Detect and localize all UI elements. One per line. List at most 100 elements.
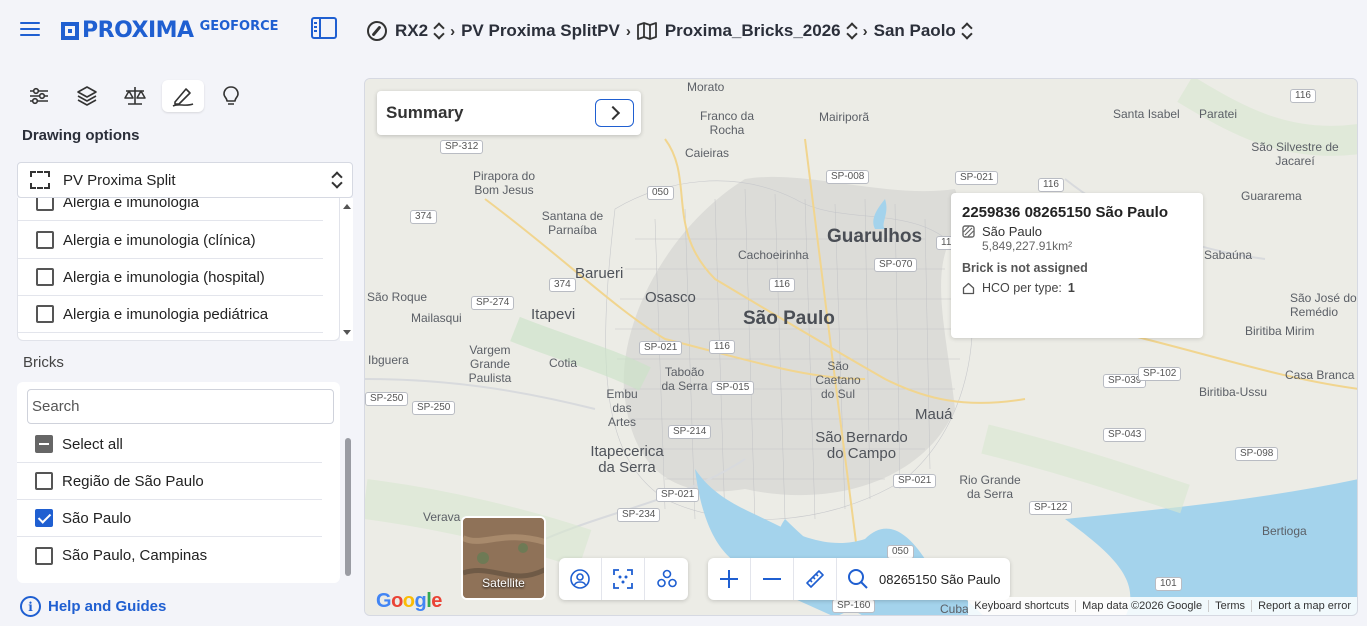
checkbox[interactable]	[36, 268, 54, 286]
road-shield: 116	[1038, 178, 1064, 192]
left-panel: Drawing options PV Proxima Split Alergia…	[0, 62, 360, 626]
brick-area: 5,849,227.91km²	[982, 239, 1073, 253]
report-error-link[interactable]: Report a map error	[1252, 600, 1357, 612]
info-icon: i	[20, 596, 41, 617]
brick-info-popup: 2259836 08265150 São Paulo São Paulo 5,8…	[951, 193, 1203, 338]
map-label: Paratei	[1199, 107, 1238, 121]
logo-subtitle: GEOFORCE	[199, 19, 279, 34]
bricks-scrollbar[interactable]	[341, 382, 354, 583]
list-item[interactable]: Alergia e imunologia	[18, 198, 323, 221]
scroll-down-icon[interactable]	[343, 330, 351, 335]
map-label: Biritiba-Ussu	[1199, 385, 1268, 399]
breadcrumb-project[interactable]: RX2	[367, 21, 444, 41]
road-shield: 116	[769, 278, 795, 292]
tab-layers[interactable]	[66, 80, 108, 112]
map-label: Mairiporã	[819, 110, 870, 124]
breadcrumb-label: RX2	[395, 21, 429, 40]
road-shield: SP-021	[955, 171, 999, 185]
tab-insights[interactable]	[210, 80, 252, 112]
updown-chevron-icon	[847, 22, 857, 40]
focus-frame-icon	[613, 569, 633, 589]
list-item[interactable]: Alergia e imunologia (clínica)	[18, 222, 323, 259]
plus-icon	[720, 570, 738, 588]
checkbox-checked[interactable]	[35, 509, 53, 527]
specialty-scrollbar[interactable]	[340, 198, 353, 341]
select-user-button[interactable]	[559, 558, 602, 600]
sidebar-toggle-icon[interactable]	[311, 17, 337, 39]
breadcrumb-split[interactable]: PV Proxima SplitPV	[461, 21, 620, 41]
road-shield: 050	[887, 545, 914, 559]
road-shield: SP-015	[711, 381, 755, 395]
menu-icon[interactable]	[20, 20, 42, 38]
summary-expand-button[interactable]	[595, 99, 634, 127]
hco-label: HCO per type:	[982, 281, 1062, 295]
map-label: Guarulhos	[827, 226, 923, 247]
lightbulb-icon	[223, 86, 239, 105]
map-label: São Bernardo do Campo	[815, 429, 908, 462]
list-item[interactable]: São Paulo	[17, 500, 322, 537]
drawing-split-select[interactable]: PV Proxima Split	[17, 162, 353, 198]
checkbox[interactable]	[36, 231, 54, 249]
list-item[interactable]: Alergia e imunologia (hospital)	[18, 259, 323, 296]
satellite-label: Satellite	[482, 576, 525, 590]
map-view[interactable]: Guarulhos São Paulo Osasco Barueri Itape…	[364, 78, 1358, 616]
list-item[interactable]: Região de São Paulo	[17, 463, 322, 500]
checkbox[interactable]	[36, 305, 54, 323]
user-focus-icon	[570, 569, 590, 589]
road-shield: SP-021	[639, 341, 683, 355]
list-item[interactable]: Alergia e imunologia pediátrica	[18, 296, 323, 333]
breadcrumb-label: PV Proxima SplitPV	[461, 21, 620, 40]
breadcrumb-bricks[interactable]: Proxima_Bricks_2026	[636, 21, 857, 41]
bricks-search-input[interactable]	[27, 389, 334, 424]
map-label: Casa Branca	[1285, 368, 1355, 382]
balance-scale-icon	[124, 87, 146, 105]
scroll-up-icon[interactable]	[343, 204, 351, 209]
checkbox[interactable]	[35, 546, 53, 565]
zoom-in-button[interactable]	[708, 558, 751, 600]
map-label: Cotia	[549, 356, 578, 370]
keyboard-shortcuts-link[interactable]: Keyboard shortcuts	[968, 600, 1077, 612]
tab-balance[interactable]	[114, 80, 156, 112]
breadcrumb-label: Proxima_Bricks_2026	[664, 21, 841, 40]
checkbox[interactable]	[35, 472, 53, 490]
cluster-button[interactable]	[645, 558, 688, 600]
updown-chevron-icon	[434, 22, 444, 40]
scrollbar-thumb[interactable]	[345, 438, 351, 576]
map-search-button[interactable]: 08265150 São Paulo	[837, 558, 1010, 600]
bricks-title: Bricks	[23, 354, 64, 371]
brick-region-row: São Paulo	[962, 224, 1192, 239]
map-label: Itapevi	[531, 306, 576, 323]
breadcrumb-region[interactable]: San Paolo	[874, 21, 972, 41]
specialty-list: Alergia e imunologia Alergia e imunologi…	[17, 198, 340, 341]
map-label: Caieiras	[685, 146, 730, 160]
help-link[interactable]: i Help and Guides	[20, 596, 166, 617]
select-all-row[interactable]: Select all	[17, 426, 322, 463]
map-label: Barueri	[575, 265, 624, 282]
road-shield: SP-008	[826, 170, 870, 184]
terms-link[interactable]: Terms	[1209, 600, 1253, 612]
checkbox[interactable]	[36, 198, 54, 211]
focus-area-button[interactable]	[602, 558, 645, 600]
map-label: Santa Isabel	[1113, 107, 1180, 121]
summary-panel: Summary	[377, 91, 641, 135]
tab-drawing[interactable]	[162, 80, 204, 112]
map-search-value: 08265150 São Paulo	[879, 571, 1001, 587]
minus-icon	[763, 578, 781, 580]
map-icon	[636, 22, 657, 40]
measure-button[interactable]	[794, 558, 837, 600]
map-label: Taboão da Serra	[661, 365, 708, 393]
map-label: Pirapora do Bom Jesus	[472, 169, 536, 197]
logo: PROXIMA GEOFORCE	[61, 18, 279, 43]
road-shield: SP-250	[365, 392, 409, 406]
satellite-toggle[interactable]: Satellite	[461, 516, 546, 600]
list-item-label: Alergia e imunologia (clínica)	[63, 231, 256, 249]
zoom-out-button[interactable]	[751, 558, 794, 600]
checkbox-partial[interactable]	[35, 435, 53, 453]
updown-chevron-icon	[332, 171, 342, 189]
list-item[interactable]: São Paulo, Campinas	[17, 537, 322, 574]
drawing-options-title: Drawing options	[22, 127, 140, 144]
tab-settings[interactable]	[18, 80, 60, 112]
list-item-label: São Paulo	[62, 509, 132, 527]
list-item-label: Select all	[62, 435, 123, 453]
brick-title: 2259836 08265150 São Paulo	[962, 204, 1168, 221]
